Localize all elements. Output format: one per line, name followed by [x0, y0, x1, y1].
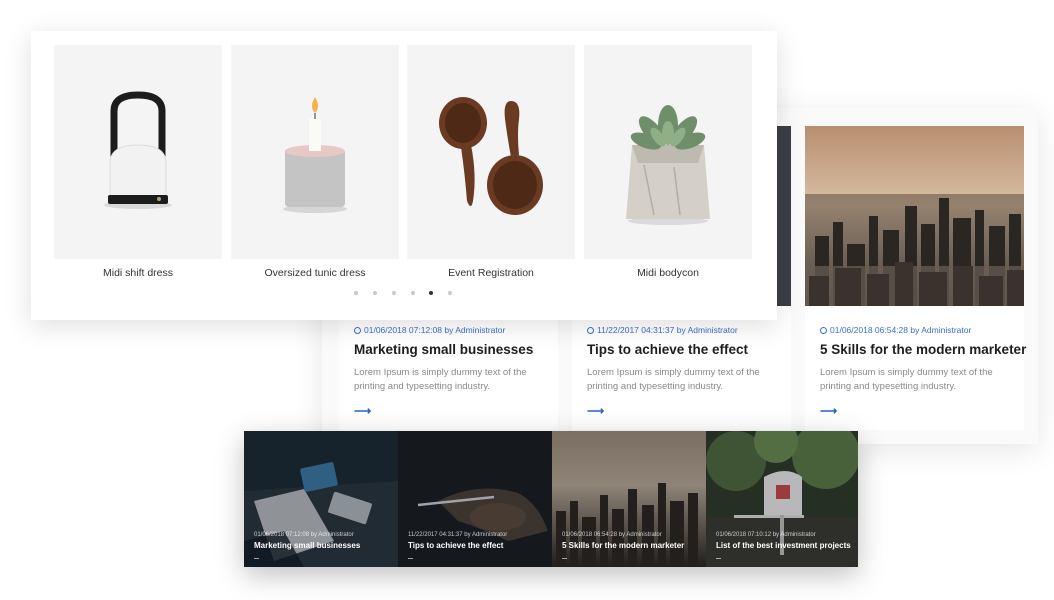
post-meta-text: 01/06/2018 07:12:08 by Administrator: [364, 325, 506, 335]
read-more-arrow-icon[interactable]: ⟶: [354, 404, 371, 418]
post-excerpt: Lorem Ipsum is simply dummy text of the …: [354, 367, 527, 392]
product-item[interactable]: Midi shift dress: [54, 45, 222, 285]
read-more-arrow-icon[interactable]: ⟶: [820, 404, 837, 418]
carousel-pagination: [31, 291, 777, 299]
post-excerpt: Lorem Ipsum is simply dummy text of the …: [587, 367, 760, 392]
post-meta-text: 11/22/2017 04:31:37 by Administrator: [597, 325, 738, 335]
product-name[interactable]: Event Registration: [407, 267, 575, 279]
overlay-post-meta: 01/06/2018 06:54:28 by Administrator: [562, 532, 662, 538]
blog-thumbnail[interactable]: [805, 126, 1024, 306]
carousel-dot[interactable]: [354, 291, 358, 295]
carousel-dot[interactable]: [448, 291, 452, 295]
overlay-divider: [254, 558, 259, 559]
product-item[interactable]: Midi bodycon: [584, 45, 752, 285]
post-meta: 01/06/2018 07:12:08 by Administrator: [354, 325, 505, 335]
candle-icon[interactable]: [231, 45, 399, 259]
carousel-dot[interactable]: [411, 291, 415, 295]
overlay-post-meta: 01/06/2018 07:10:12 by Administrator: [716, 532, 816, 538]
clock-icon: [820, 327, 827, 334]
read-more-arrow-icon[interactable]: ⟶: [587, 404, 604, 418]
carousel-dot[interactable]: [429, 291, 433, 295]
overlay-post-title[interactable]: 5 Skills for the modern marketer: [562, 541, 684, 550]
blog-card[interactable]: 01/06/2018 06:54:28 by Administrator 5 S…: [805, 126, 1026, 430]
succulent-plant-icon[interactable]: [584, 45, 752, 259]
product-item[interactable]: Event Registration: [407, 45, 575, 285]
carousel-dot[interactable]: [373, 291, 377, 295]
clock-icon: [587, 327, 594, 334]
overlay-post-card[interactable]: 01/06/2018 07:10:12 by Administrator Lis…: [706, 431, 858, 567]
overlay-post-title[interactable]: Marketing small businesses: [254, 541, 360, 550]
product-name[interactable]: Midi bodycon: [584, 267, 752, 279]
overlay-post-meta: 11/22/2017 04:31:37 by Administrator: [408, 532, 508, 538]
post-title[interactable]: Marketing small businesses: [354, 342, 533, 357]
post-meta: 01/06/2018 06:54:28 by Administrator: [820, 325, 971, 335]
overlay-post-card[interactable]: 11/22/2017 04:31:37 by Administrator Tip…: [398, 431, 552, 567]
product-item[interactable]: Oversized tunic dress: [231, 45, 399, 285]
clock-icon: [354, 327, 361, 334]
lantern-lamp-icon[interactable]: [54, 45, 222, 259]
overlay-divider: [562, 558, 567, 559]
overlay-post-card[interactable]: 01/06/2018 07:12:08 by Administrator Mar…: [244, 431, 398, 567]
post-meta: 11/22/2017 04:31:37 by Administrator: [587, 325, 738, 335]
overlay-divider: [408, 558, 413, 559]
wooden-spoons-icon[interactable]: [407, 45, 575, 259]
overlay-post-title[interactable]: Tips to achieve the effect: [408, 541, 503, 550]
product-name[interactable]: Midi shift dress: [54, 267, 222, 279]
overlay-post-title[interactable]: List of the best investment projects: [716, 541, 851, 550]
post-meta-text: 01/06/2018 06:54:28 by Administrator: [830, 325, 972, 335]
overlay-post-card[interactable]: 01/06/2018 06:54:28 by Administrator 5 S…: [552, 431, 706, 567]
post-excerpt: Lorem Ipsum is simply dummy text of the …: [820, 367, 993, 392]
overlay-post-strip: 01/06/2018 07:12:08 by Administrator Mar…: [244, 431, 858, 567]
carousel-dot[interactable]: [392, 291, 396, 295]
overlay-post-meta: 01/06/2018 07:12:08 by Administrator: [254, 532, 354, 538]
overlay-divider: [716, 558, 721, 559]
post-title[interactable]: 5 Skills for the modern marketer: [820, 342, 1026, 357]
product-name[interactable]: Oversized tunic dress: [231, 267, 399, 279]
product-carousel: Midi shift dress Oversized tunic dress E…: [31, 31, 777, 320]
post-title[interactable]: Tips to achieve the effect: [587, 342, 748, 357]
